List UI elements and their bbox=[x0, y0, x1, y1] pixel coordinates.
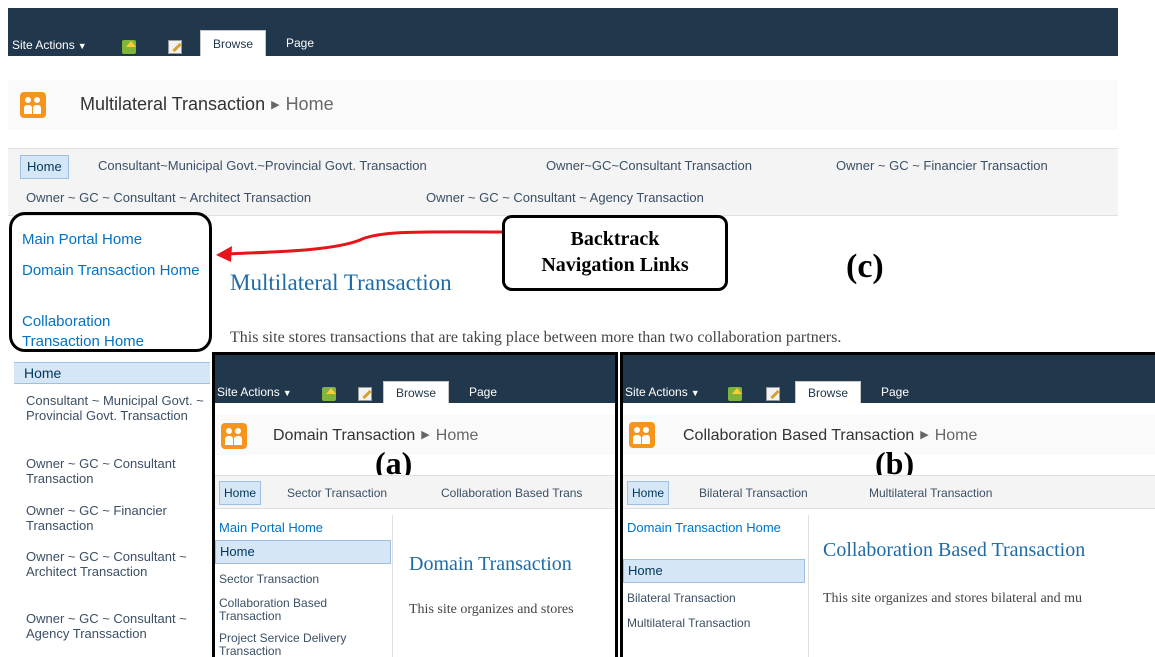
quick-launch-item[interactable]: Project Service Delivery Transaction bbox=[219, 632, 393, 657]
top-nav-link[interactable]: Multilateral Transaction bbox=[869, 486, 992, 500]
site-title-link[interactable]: Domain Transaction bbox=[273, 427, 415, 444]
quick-launch: Main Portal Home Home Sector Transaction… bbox=[215, 515, 393, 657]
panel-page-description: This site organizes and stores bilateral… bbox=[823, 591, 1083, 606]
backtrack-annotation-box: Backtrack Navigation Links bbox=[502, 215, 728, 291]
site-actions-menu[interactable]: Site Actions ▼ bbox=[217, 385, 292, 399]
chevron-down-icon: ▼ bbox=[690, 388, 700, 398]
quick-launch: Domain Transaction Home Home Bilateral T… bbox=[623, 515, 809, 657]
panel-collaboration-transaction: Site Actions ▼ Browse Page Collaboration … bbox=[620, 352, 1155, 657]
top-navigation: Home Sector Transaction Collaboration Ba… bbox=[215, 475, 615, 509]
tab-page[interactable]: Page bbox=[869, 381, 921, 403]
top-nav-home[interactable]: Home bbox=[219, 481, 262, 505]
site-logo-icon[interactable] bbox=[221, 423, 247, 449]
site-actions-menu[interactable]: Site Actions ▼ bbox=[625, 385, 700, 399]
edit-page-icon[interactable] bbox=[766, 387, 780, 401]
annotation-text: Navigation Links bbox=[541, 254, 689, 276]
page-title: Domain Transaction ▶ Home bbox=[273, 427, 478, 445]
site-logo-icon[interactable] bbox=[629, 422, 655, 448]
top-nav-link[interactable]: Collaboration Based Trans bbox=[441, 486, 582, 500]
tab-browse[interactable]: Browse bbox=[795, 381, 862, 403]
tab-page[interactable]: Page bbox=[457, 381, 509, 403]
site-title-bar: Domain Transaction ▶ Home bbox=[215, 415, 615, 455]
breadcrumb-current: Home bbox=[435, 427, 479, 444]
navigate-up-icon[interactable] bbox=[322, 387, 336, 401]
breadcrumb-arrow-icon: ▶ bbox=[421, 429, 430, 441]
quick-launch-item[interactable]: Bilateral Transaction bbox=[627, 592, 736, 605]
quick-launch-item[interactable]: Collaboration Based Transaction bbox=[219, 597, 369, 623]
breadcrumb-current: Home bbox=[934, 427, 978, 444]
breadcrumb-arrow-icon: ▶ bbox=[920, 429, 929, 441]
panel-domain-transaction: Site Actions ▼ Browse Page Domain Transac… bbox=[212, 352, 618, 657]
top-nav-link[interactable]: Bilateral Transaction bbox=[699, 486, 808, 500]
ribbon-bar: Site Actions ▼ Browse Page bbox=[623, 355, 1155, 403]
quick-launch-item[interactable]: Sector Transaction bbox=[219, 573, 319, 586]
figure-label-c: (c) bbox=[846, 248, 884, 285]
edit-page-icon[interactable] bbox=[358, 387, 372, 401]
quick-launch-home[interactable]: Home bbox=[623, 559, 805, 583]
backtrack-link-portal[interactable]: Main Portal Home bbox=[219, 521, 323, 534]
backtrack-link-domain[interactable]: Domain Transaction Home bbox=[627, 521, 797, 534]
top-nav-link[interactable]: Sector Transaction bbox=[287, 486, 387, 500]
ribbon-bar: Site Actions ▼ Browse Page bbox=[215, 355, 615, 403]
tab-browse[interactable]: Browse bbox=[383, 381, 450, 403]
quick-launch-home[interactable]: Home bbox=[215, 540, 391, 564]
navigate-up-icon[interactable] bbox=[728, 387, 742, 401]
panel-page-heading: Collaboration Based Transaction bbox=[823, 539, 1086, 561]
site-title-link[interactable]: Collaboration Based Transaction bbox=[683, 427, 914, 444]
top-nav-home[interactable]: Home bbox=[627, 481, 670, 505]
panel-page-heading: Domain Transaction bbox=[409, 553, 572, 575]
annotation-text: Backtrack bbox=[570, 228, 660, 250]
chevron-down-icon: ▼ bbox=[282, 388, 292, 398]
panel-page-description: This site organizes and stores bbox=[409, 602, 574, 617]
quick-launch-item[interactable]: Multilateral Transaction bbox=[627, 617, 750, 630]
top-navigation: Home Bilateral Transaction Multilateral … bbox=[623, 475, 1155, 509]
page-title: Collaboration Based Transaction ▶ Home bbox=[683, 427, 977, 445]
